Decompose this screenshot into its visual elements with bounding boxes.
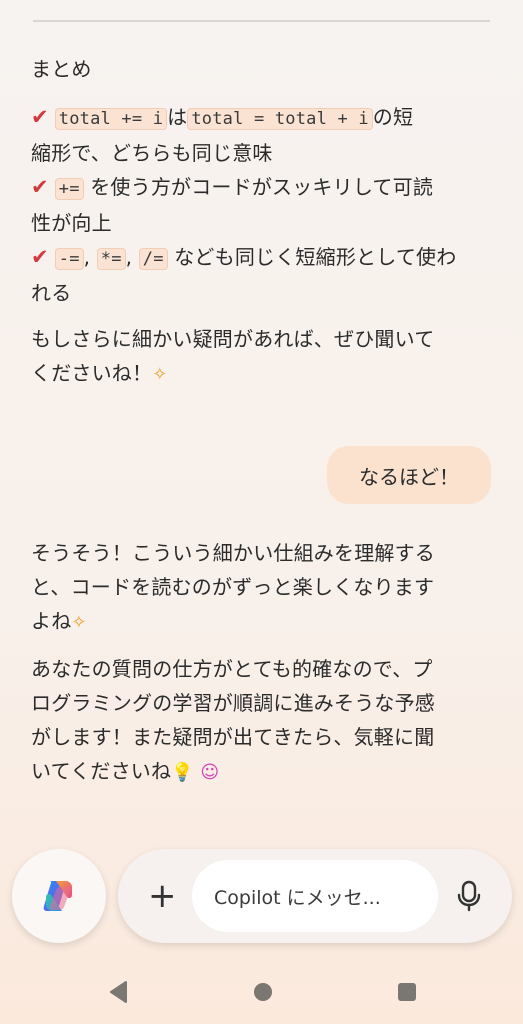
composer-bar: + Copilot にメッセ... <box>118 849 512 943</box>
user-message-bubble: なるほど！ <box>327 446 491 504</box>
reply-line: いてくださいね💡 ☺ <box>31 754 495 790</box>
bullet-1-line-2: 縮形で、どちらも同じ意味 <box>31 141 273 165</box>
bullet-2-line-1: ✔ += を使う方がコードがスッキリして可読 <box>31 170 495 206</box>
code-minus-eq: -= <box>54 248 84 270</box>
bullet-text: を使う方がコードがスッキリして可読 <box>90 175 434 199</box>
smile-face-icon: ☺ <box>200 762 220 783</box>
summary-heading: まとめ <box>31 57 92 81</box>
home-icon[interactable] <box>254 983 272 1001</box>
bullet-1-line-1: ✔ total += i は total = total + i の短 <box>31 100 495 136</box>
reply-line: よね✧ <box>31 604 495 640</box>
reply-line: がします！また疑問が出てきたら、気軽に聞 <box>31 725 435 749</box>
back-icon[interactable] <box>108 980 128 1004</box>
recent-apps-icon[interactable] <box>398 983 416 1001</box>
sparkle-icon: ✧ <box>152 364 168 385</box>
check-icon: ✔ <box>31 245 49 269</box>
reply-line: ログラミングの学習が順調に進みそうな予感 <box>31 691 435 715</box>
code-total-expanded: total = total + i <box>187 108 373 130</box>
reply-line: そうそう！こういう細かい仕組みを理解する <box>31 541 435 565</box>
reply-line: あなたの質問の仕方がとても的確なので、プ <box>31 657 433 681</box>
closing-text: くださいね！ <box>31 361 153 385</box>
lightbulb-icon: 💡 <box>171 762 194 783</box>
reply-line: と、コードを読むのがずっと楽しくなります <box>31 575 435 599</box>
add-attachment-button[interactable]: + <box>148 871 177 921</box>
bullet-3-line-1: ✔ -=, *=, /= なども同じく短縮形として使わ <box>31 240 495 276</box>
system-navigation-bar <box>0 960 523 1024</box>
closing-paragraph: もしさらに細かい疑問があれば、ぜひ聞いて くださいね！✧ <box>31 322 495 392</box>
message-input-placeholder: Copilot にメッセ... <box>214 886 381 909</box>
summary-bullets: ✔ total += i は total = total + i の短 縮形で、どちらも… <box>31 100 495 310</box>
code-plus-eq: += <box>54 178 84 200</box>
check-icon: ✔ <box>31 105 49 129</box>
copilot-logo-icon <box>43 881 72 911</box>
code-total-plus-eq: total += i <box>54 108 168 130</box>
message-input[interactable]: Copilot にメッセ... <box>192 860 438 932</box>
bullet-3-line-2: れる <box>31 281 72 305</box>
closing-line: くださいね！✧ <box>31 356 495 392</box>
bullet-text: は <box>167 105 188 129</box>
reply-paragraph-2: あなたの質問の仕方がとても的確なので、プ ログラミングの学習が順調に進みそうな予… <box>31 652 495 790</box>
microphone-icon[interactable] <box>456 880 482 912</box>
reply-text: よね <box>31 609 72 633</box>
copilot-logo-button[interactable] <box>12 849 106 943</box>
closing-line: もしさらに細かい疑問があれば、ぜひ聞いて <box>31 327 435 351</box>
bullet-2-line-2: 性が向上 <box>31 211 112 235</box>
top-divider <box>33 20 490 22</box>
check-icon: ✔ <box>31 175 49 199</box>
reply-paragraph-1: そうそう！こういう細かい仕組みを理解する と、コードを読むのがずっと楽しくなりま… <box>31 536 495 640</box>
bullet-text: なども同じく短縮形として使わ <box>174 245 457 269</box>
sparkle-icon: ✧ <box>71 612 87 633</box>
separator: , <box>83 245 91 269</box>
code-div-eq: /= <box>138 248 168 270</box>
reply-text: いてくださいね <box>31 759 172 783</box>
separator: , <box>125 245 133 269</box>
code-times-eq: *= <box>96 248 126 270</box>
bullet-text: の短 <box>372 105 414 129</box>
